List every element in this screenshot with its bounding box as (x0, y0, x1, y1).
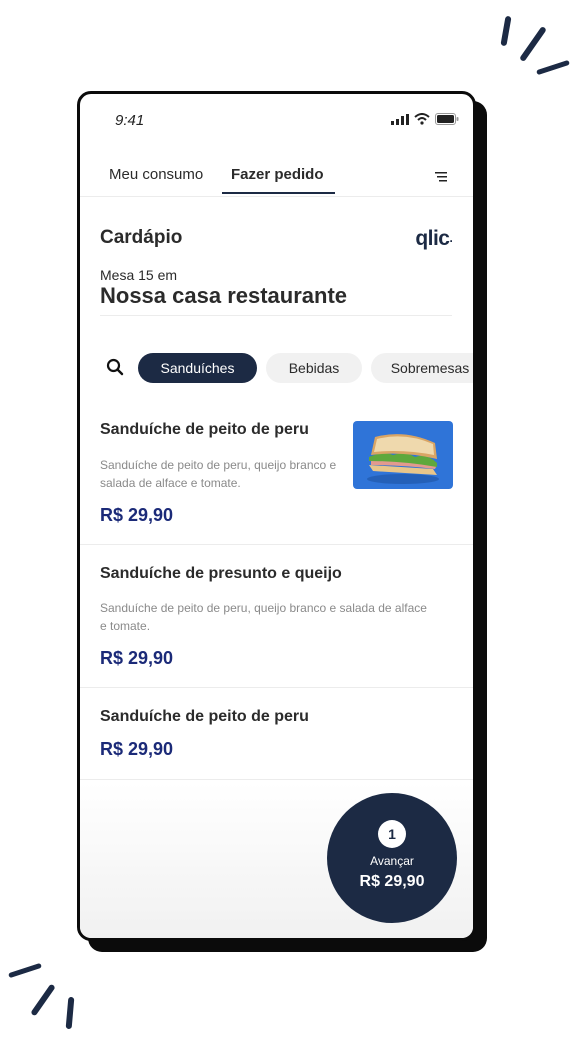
status-icons (391, 113, 459, 125)
signal-icon (391, 113, 409, 125)
decor-stroke-1 (500, 15, 512, 47)
item-price: R$ 29,90 (100, 505, 174, 525)
phone-frame: 9:41 Meu consumo Fazer pedido Cardápio q… (77, 91, 476, 941)
menu-item[interactable]: Sanduíche de peito de peru Sanduíche de … (80, 404, 473, 545)
advance-label: Avançar (370, 854, 414, 868)
item-name: Sanduíche de peito de peru (100, 708, 309, 725)
item-description: Sanduíche de peito de peru, queijo branc… (100, 601, 427, 633)
qlic-logo: qlic· (415, 227, 454, 250)
logo-dots: · (449, 234, 454, 248)
decor-stroke-3 (536, 59, 570, 76)
category-filter-bar: Sanduíches Bebidas Sobremesas (80, 351, 473, 385)
decor-stroke-5 (30, 983, 56, 1017)
category-chip-sobremesas[interactable]: Sobremesas (371, 353, 473, 383)
menu-icon[interactable] (433, 170, 449, 184)
menu-item[interactable]: Sanduíche de presunto e queijo Sanduíche… (80, 545, 473, 688)
item-name: Sanduíche de presunto e queijo (100, 565, 342, 582)
tab-meu-consumo[interactable]: Meu consumo (109, 166, 203, 183)
restaurant-name: Nossa casa restaurante (100, 283, 348, 308)
status-bar: 9:41 (80, 94, 473, 144)
search-icon[interactable] (106, 358, 124, 376)
advance-order-button[interactable]: 1 Avançar R$ 29,90 (327, 793, 457, 923)
active-tab-indicator (222, 192, 335, 194)
page-title: Cardápio (100, 227, 183, 248)
category-chip-sanduiches[interactable]: Sanduíches (138, 353, 257, 383)
item-price: R$ 29,90 (100, 648, 174, 668)
decor-stroke-6 (65, 996, 75, 1030)
decor-stroke-4 (8, 962, 42, 979)
item-price: R$ 29,90 (100, 739, 174, 759)
tab-fazer-pedido[interactable]: Fazer pedido (231, 166, 324, 183)
item-description: Sanduíche de peito de peru, queijo branc… (100, 458, 337, 490)
decor-stroke-2 (519, 25, 547, 63)
sandwich-image (353, 421, 453, 489)
menu-item[interactable]: Sanduíche de peito de peru R$ 29,90 (80, 688, 473, 780)
status-time: 9:41 (115, 112, 145, 129)
category-chip-bebidas[interactable]: Bebidas (266, 353, 362, 383)
cart-total: R$ 29,90 (359, 873, 425, 890)
battery-icon (435, 113, 459, 125)
table-label: Mesa 15 em (100, 267, 178, 283)
tab-bar: Meu consumo Fazer pedido (80, 156, 473, 197)
header-divider (100, 315, 452, 316)
item-name: Sanduíche de peito de peru (100, 421, 309, 438)
cart-count-badge: 1 (378, 820, 406, 848)
wifi-icon (414, 113, 430, 125)
